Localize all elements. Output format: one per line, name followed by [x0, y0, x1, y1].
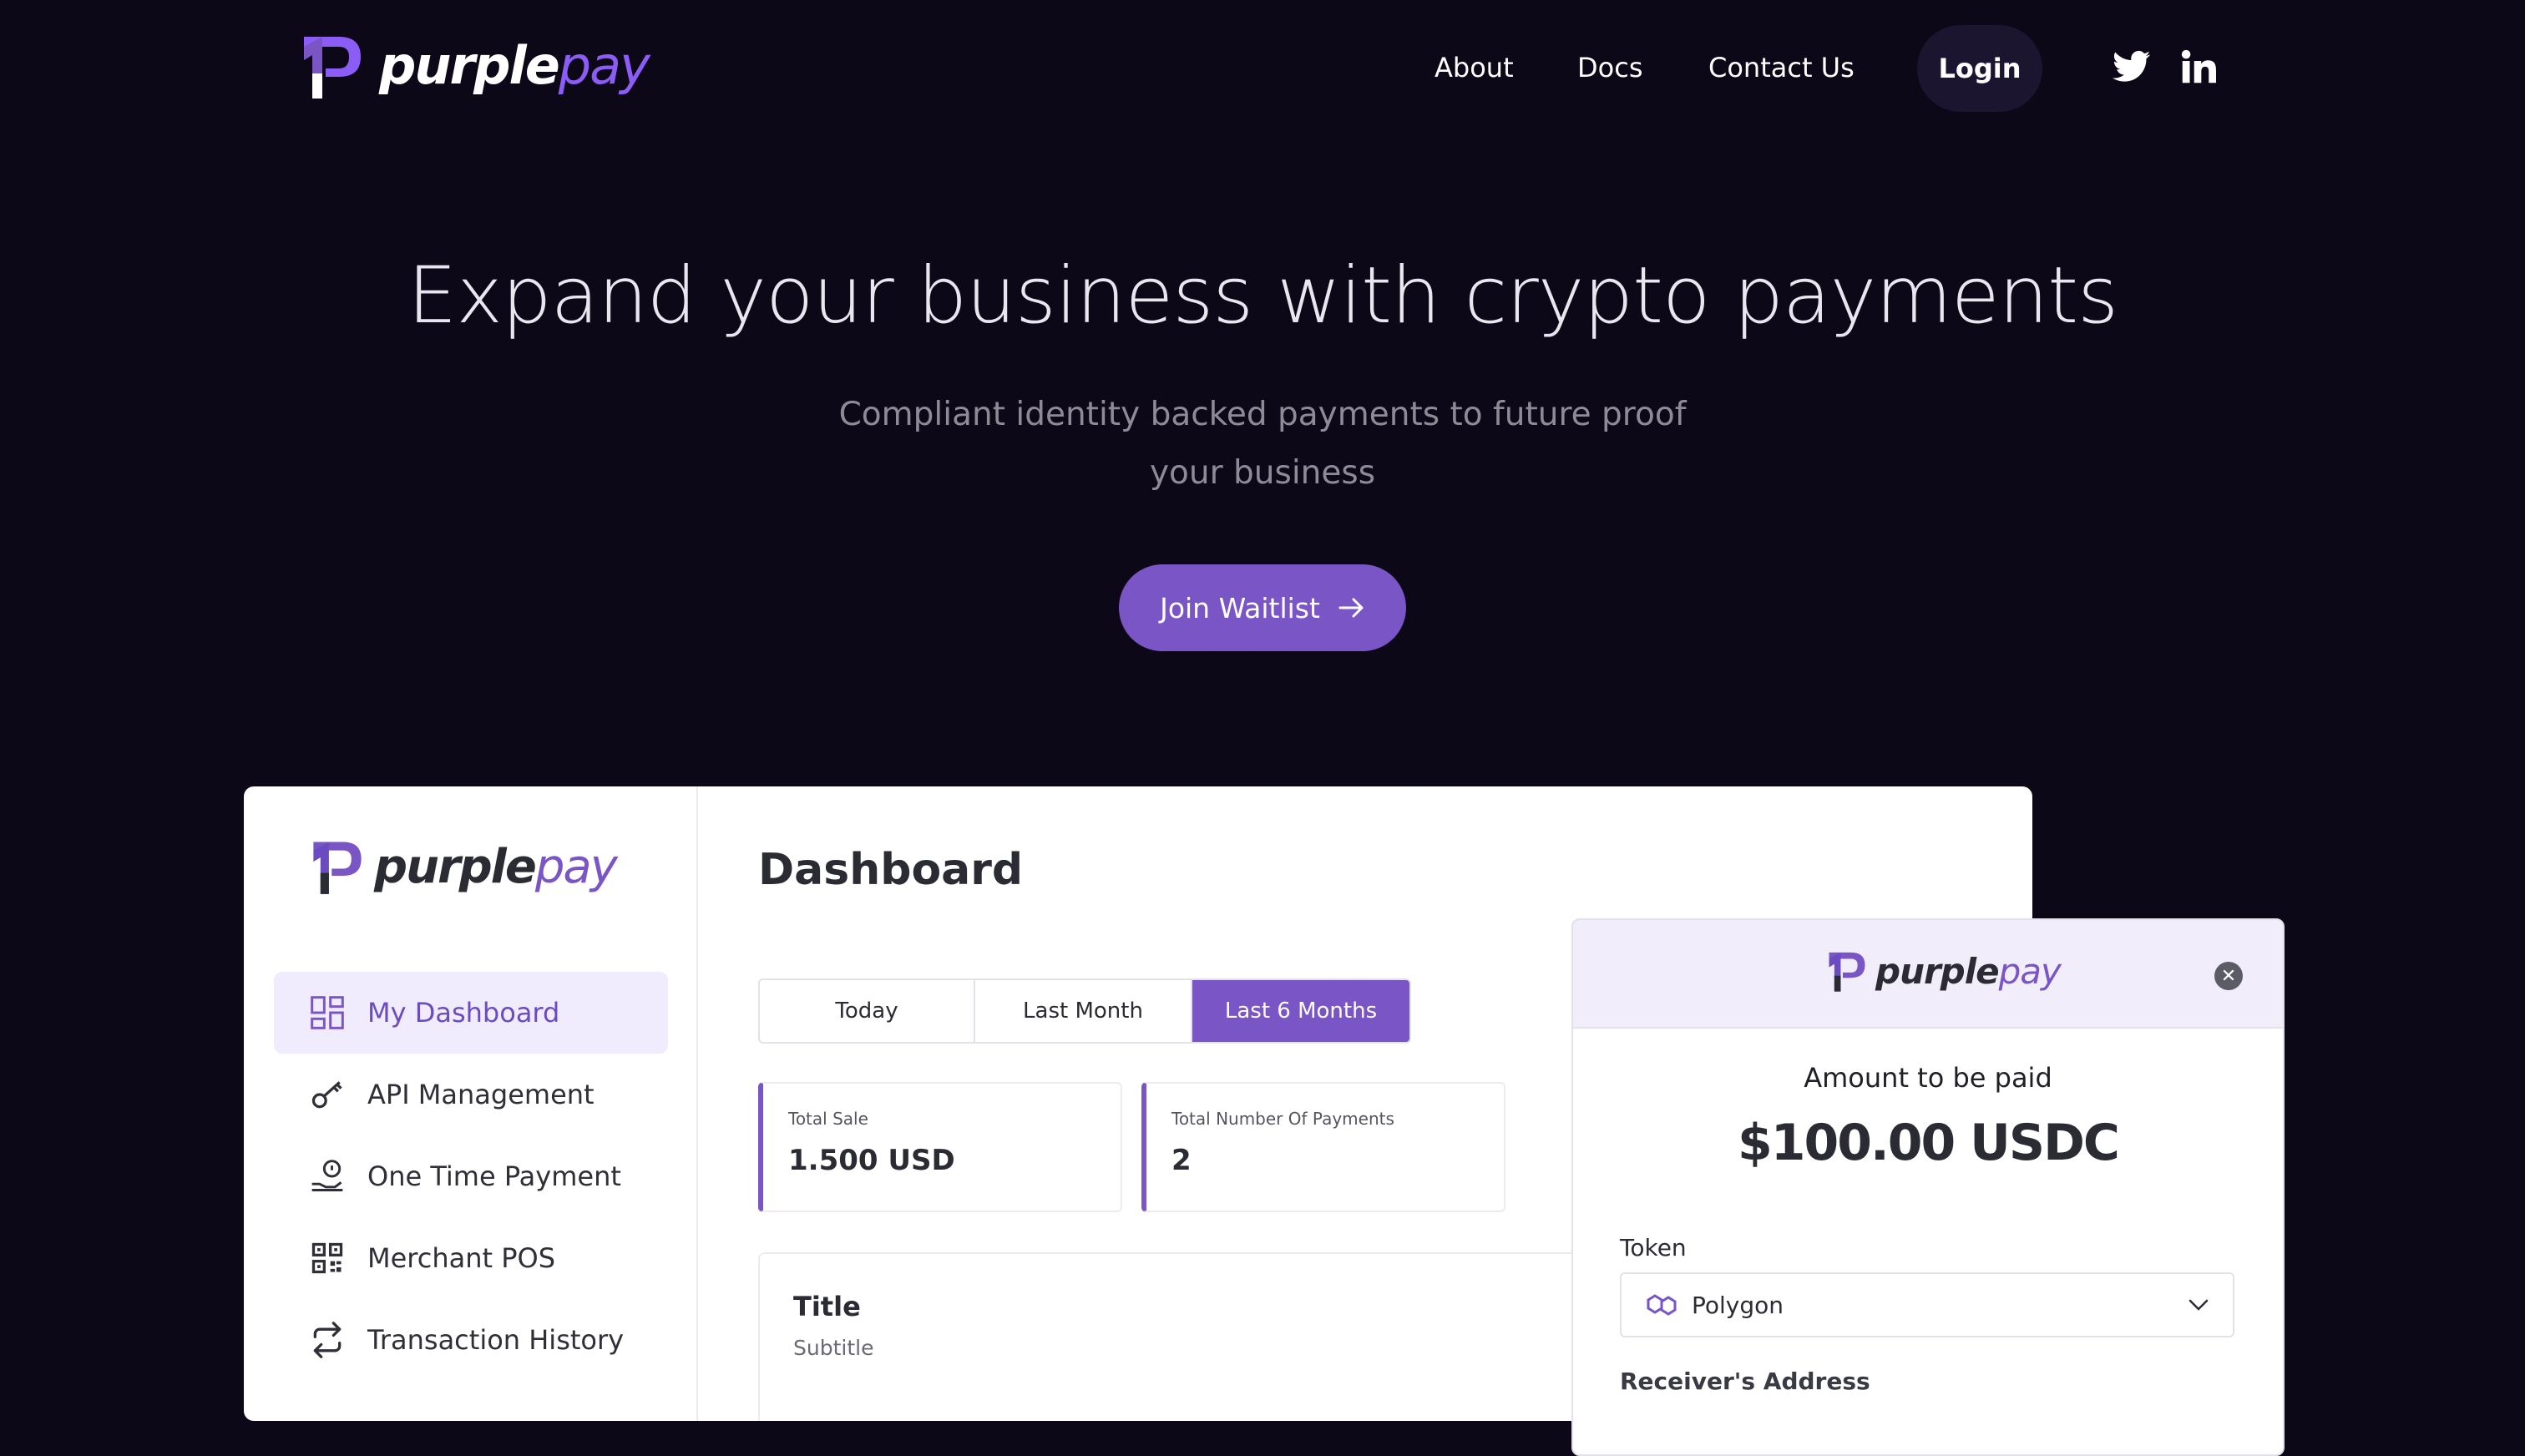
stat-label: Total Sale — [788, 1109, 868, 1129]
panel-subtitle: Subtitle — [793, 1336, 874, 1360]
qr-code-icon — [311, 1242, 343, 1274]
panel-title: Title — [793, 1291, 861, 1322]
nav-docs[interactable]: Docs — [1577, 52, 1642, 83]
sidebar-item-label: API Management — [367, 1079, 595, 1110]
modal-brand-part1: purple — [1875, 950, 2000, 992]
linkedin-icon[interactable] — [2181, 48, 2216, 85]
receiver-address-label: Receiver's Address — [1620, 1368, 1870, 1395]
sidebar-item-label: One Time Payment — [367, 1160, 621, 1192]
join-waitlist-button[interactable]: Join Waitlist — [1119, 564, 1406, 651]
stat-total-payments: Total Number Of Payments 2 — [1141, 1082, 1505, 1212]
sidebar-item-label: Merchant POS — [367, 1242, 556, 1274]
range-selector: Today Last Month Last 6 Months — [758, 978, 1411, 1044]
payment-modal: purplepay ✕ Amount to be paid $100.00 US… — [1571, 918, 2285, 1456]
stat-value: 2 — [1171, 1144, 1192, 1177]
purplepay-logo-icon — [313, 842, 362, 894]
sidebar-item-one-time-payment[interactable]: One Time Payment — [274, 1135, 668, 1217]
range-last-6-months[interactable]: Last 6 Months — [1192, 980, 1409, 1042]
stat-total-sale: Total Sale 1.500 USD — [758, 1082, 1122, 1212]
key-icon — [311, 1081, 342, 1109]
twitter-icon[interactable] — [2113, 50, 2151, 83]
sidebar-brand-part2: pay — [534, 839, 618, 894]
range-last-month[interactable]: Last Month — [975, 980, 1192, 1042]
polygon-icon — [1647, 1294, 1677, 1316]
modal-brand-logo: purplepay — [1827, 948, 2062, 993]
token-label: Token — [1620, 1234, 1687, 1261]
brand-name-part2: pay — [558, 35, 650, 96]
dashboard-icon — [311, 996, 344, 1029]
hand-coin-icon — [311, 1160, 343, 1191]
close-icon[interactable]: ✕ — [2214, 962, 2243, 990]
join-waitlist-label: Join Waitlist — [1160, 591, 1320, 624]
hero-subtitle: Compliant identity backed payments to fu… — [838, 396, 1687, 492]
sidebar-item-merchant-pos[interactable]: Merchant POS — [274, 1217, 668, 1299]
arrow-right-icon — [1338, 598, 1364, 618]
stat-value: 1.500 USD — [788, 1144, 955, 1177]
repeat-icon — [313, 1322, 342, 1358]
sidebar-item-transaction-history[interactable]: Transaction History — [274, 1299, 668, 1381]
token-select[interactable]: Polygon — [1620, 1272, 2234, 1337]
chevron-down-icon — [2189, 1299, 2209, 1311]
sidebar-item-label: Transaction History — [367, 1324, 625, 1356]
token-value: Polygon — [1692, 1291, 1784, 1319]
login-button[interactable]: Login — [1917, 25, 2042, 112]
hero-title: Expand your business with crypto payment… — [407, 250, 2118, 341]
sidebar-item-api-management[interactable]: API Management — [274, 1054, 668, 1135]
sidebar-item-my-dashboard[interactable]: My Dashboard — [274, 972, 668, 1054]
amount-value: $100.00 USDC — [1738, 1114, 2120, 1172]
nav-contact[interactable]: Contact Us — [1708, 52, 1855, 83]
sidebar-item-label: My Dashboard — [367, 997, 560, 1029]
brand-logo[interactable]: purplepay — [301, 32, 650, 100]
amount-label: Amount to be paid — [1804, 1062, 2052, 1094]
stat-label: Total Number Of Payments — [1171, 1109, 1394, 1129]
range-today[interactable]: Today — [760, 980, 975, 1042]
purplepay-logo-icon — [1829, 952, 1865, 992]
modal-header: purplepay ✕ — [1573, 920, 2283, 1029]
dashboard-title: Dashboard — [758, 845, 1024, 895]
purplepay-logo-icon — [304, 37, 361, 99]
sidebar-brand-part1: purple — [374, 839, 537, 894]
modal-brand-part2: pay — [1998, 950, 2062, 992]
sidebar-brand-logo: purplepay — [311, 837, 618, 897]
brand-name-part1: purple — [379, 35, 560, 96]
sidebar: purplepay My Dashboard API Management On… — [244, 786, 698, 1421]
nav-about[interactable]: About — [1435, 52, 1514, 83]
